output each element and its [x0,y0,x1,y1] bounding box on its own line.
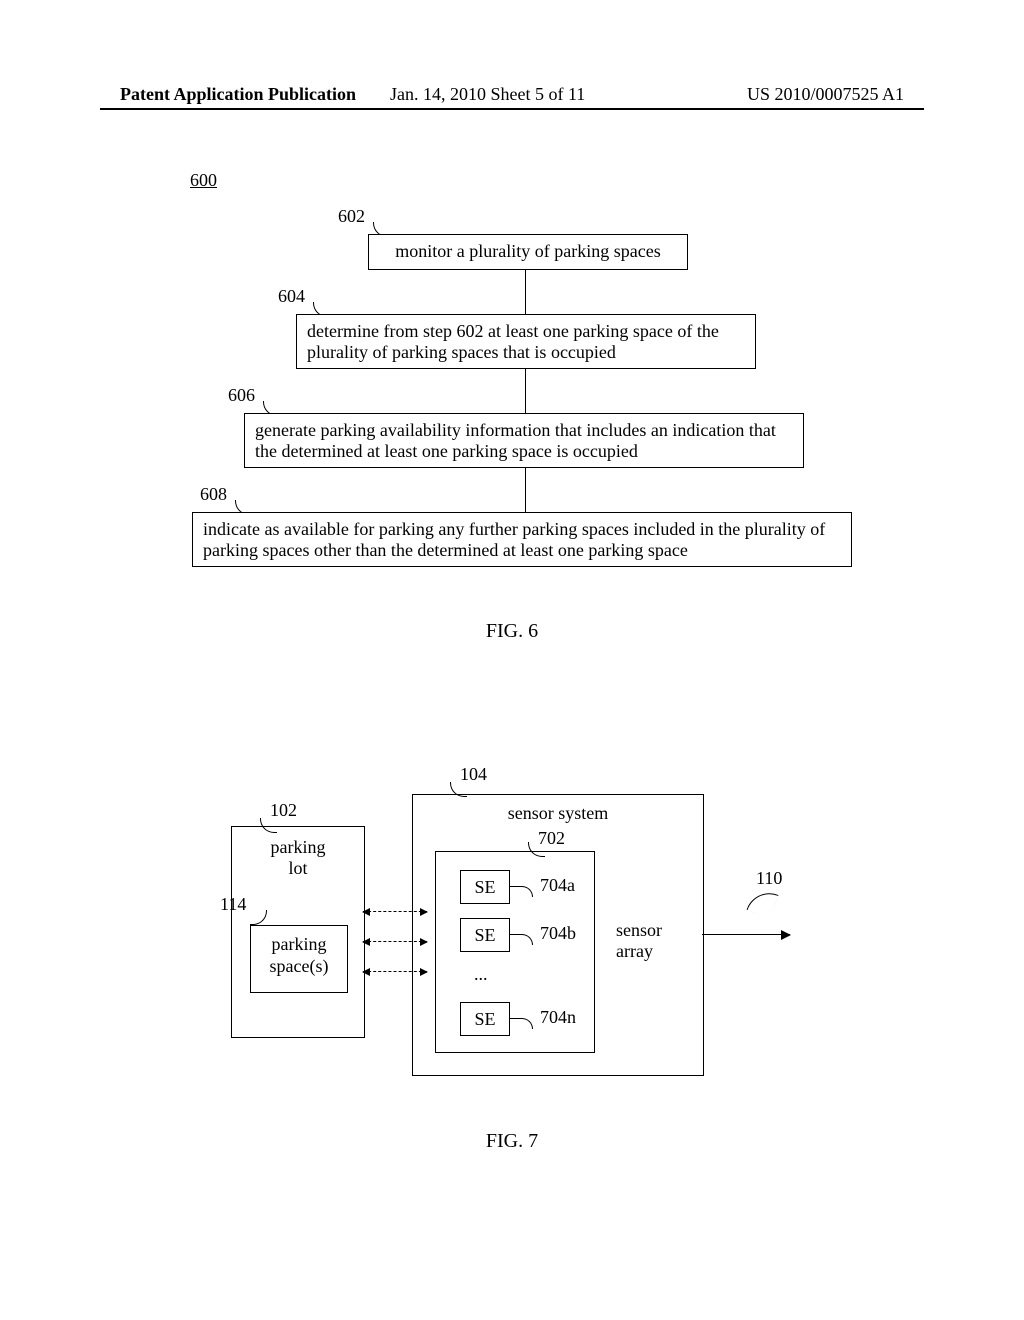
connector-606-608 [525,468,526,512]
sensor-se-n: SE [460,1002,510,1036]
figure-7-caption: FIG. 7 [0,1130,1024,1153]
header-left: Patent Application Publication [120,84,356,105]
step-602: monitor a plurality of parking spaces [368,234,688,270]
label-102: 102 [270,800,297,821]
label-110: 110 [756,868,782,889]
page: Patent Application Publication Jan. 14, … [0,0,1024,1320]
figure-6-caption: FIG. 6 [0,620,1024,643]
sensor-se-b: SE [460,918,510,952]
parking-spaces-label: parking space(s) [251,934,347,977]
label-704a: 704a [540,875,575,896]
label-704n: 704n [540,1007,576,1028]
leader-110 [746,886,778,918]
label-702: 702 [538,828,565,849]
parking-lot-label: parking lot [232,837,364,879]
label-704b: 704b [540,923,576,944]
sensor-array-label: sensor array [616,920,662,962]
step-608: indicate as available for parking any fu… [192,512,852,567]
sensor-se-a: SE [460,870,510,904]
header-right: US 2010/0007525 A1 [747,84,904,105]
ref-600: 600 [190,170,217,191]
label-604: 604 [278,286,305,307]
header-rule [100,108,924,110]
label-602: 602 [338,206,365,227]
output-arrow-110 [702,934,790,935]
parking-lot-box: parking lot parking space(s) [231,826,365,1038]
sensor-system-label: sensor system [413,803,703,824]
header-center: Jan. 14, 2010 Sheet 5 of 11 [390,84,585,105]
label-608: 608 [200,484,227,505]
step-606: generate parking availability informatio… [244,413,804,468]
connector-604-606 [525,369,526,413]
label-606: 606 [228,385,255,406]
label-104: 104 [460,764,487,785]
sensor-ellipsis: ... [474,964,488,985]
connector-602-604 [525,270,526,314]
parking-spaces-box: parking space(s) [250,925,348,993]
step-604: determine from step 602 at least one par… [296,314,756,369]
